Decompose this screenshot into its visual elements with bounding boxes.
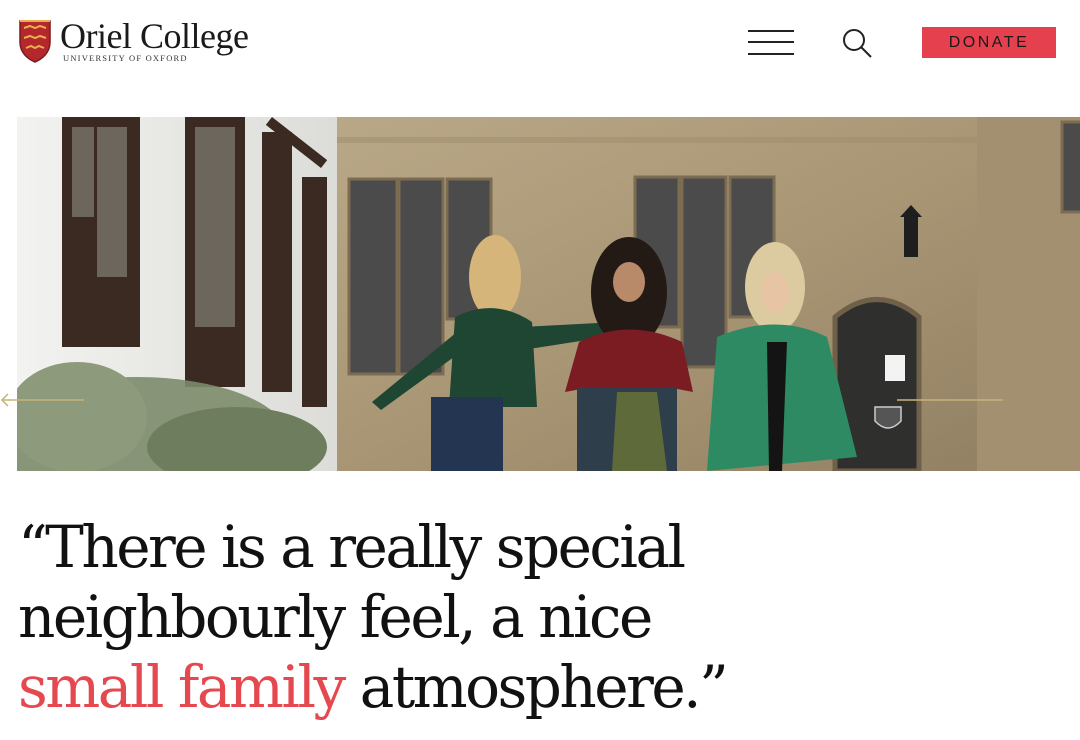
hero-photo [17,117,1080,471]
quote-text: “There is a really special neighbourly f… [18,513,686,651]
hero-image [17,117,1080,471]
hamburger-line [748,41,794,43]
hamburger-icon [748,30,794,32]
testimonial-quote: “There is a really special neighbourly f… [18,512,758,722]
search-icon[interactable] [840,26,874,60]
donate-button[interactable]: DONATE [922,27,1056,58]
quote-text-end: atmosphere.” [343,653,729,721]
site-header: Oriel College UNIVERSITY OF OXFORD DONAT… [0,0,1080,84]
college-name: Oriel College [60,16,249,56]
site-logo[interactable]: Oriel College UNIVERSITY OF OXFORD [18,16,249,63]
quote-highlight: small family [18,653,346,721]
hamburger-line [748,53,794,55]
menu-button[interactable] [748,28,796,58]
crest-icon [19,20,51,63]
arrow-left-icon[interactable] [0,393,84,407]
